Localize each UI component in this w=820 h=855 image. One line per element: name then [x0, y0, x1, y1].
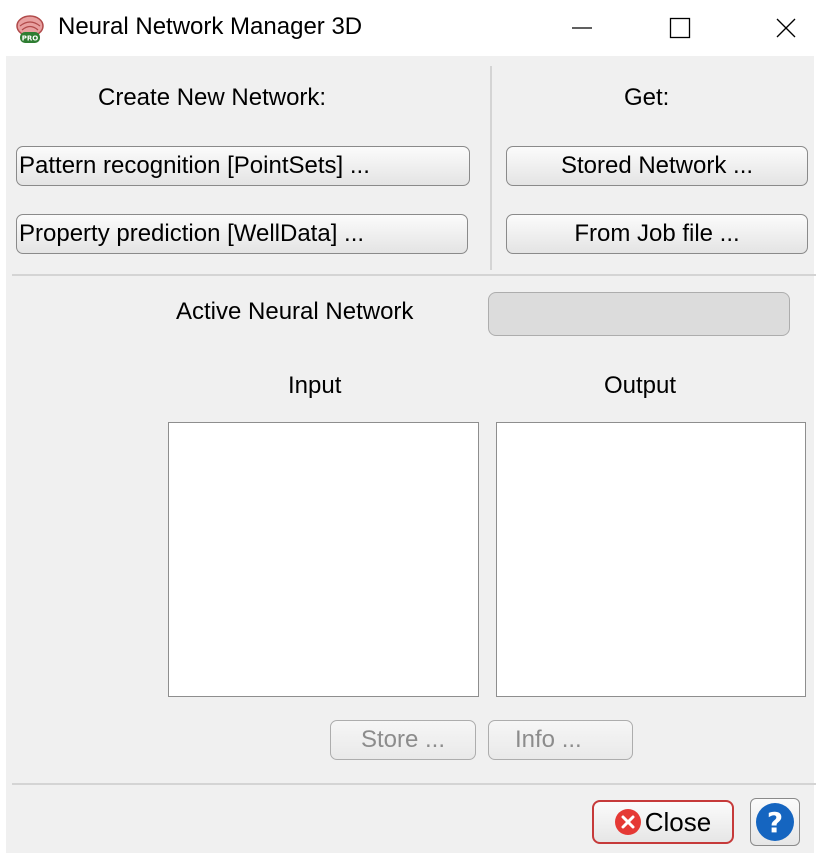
window-title: Neural Network Manager 3D	[58, 13, 363, 40]
output-label: Output	[604, 372, 677, 399]
section-divider-top	[12, 274, 816, 276]
close-icon	[776, 18, 796, 37]
store-button[interactable]: Store ...	[330, 720, 476, 760]
pattern-recognition-button[interactable]: Pattern recognition [PointSets] ...	[16, 146, 470, 186]
from-job-file-button[interactable]: From Job file ...	[506, 214, 808, 254]
minimize-icon	[572, 26, 592, 29]
close-button[interactable]: Close	[592, 800, 734, 844]
output-list[interactable]	[496, 422, 806, 697]
section-divider-bottom	[12, 783, 816, 785]
active-network-label: Active Neural Network	[176, 298, 414, 325]
info-button[interactable]: Info ...	[488, 720, 633, 760]
title-bar[interactable]: PRO Neural Network Manager 3D	[0, 0, 820, 55]
minimize-button[interactable]	[552, 0, 612, 55]
close-circle-icon	[614, 809, 641, 835]
dialog-body: Create New Network: Get: Pattern recogni…	[6, 56, 816, 853]
svg-text:PRO: PRO	[22, 35, 39, 43]
vertical-divider	[490, 66, 492, 270]
app-icon: PRO	[14, 14, 46, 44]
stored-network-button[interactable]: Stored Network ...	[506, 146, 808, 186]
input-list[interactable]	[168, 422, 479, 697]
input-label: Input	[288, 372, 342, 399]
help-button[interactable]: ?	[750, 798, 800, 846]
help-question-icon: ?	[756, 803, 794, 841]
active-network-field	[488, 292, 790, 336]
maximize-icon	[669, 17, 691, 38]
window-close-button[interactable]	[756, 0, 816, 55]
create-network-heading: Create New Network:	[98, 84, 327, 111]
property-prediction-button[interactable]: Property prediction [WellData] ...	[16, 214, 468, 254]
neural-network-manager-window: PRO Neural Network Manager 3D Create New…	[0, 0, 820, 855]
get-heading: Get:	[624, 84, 670, 111]
close-button-label: Close	[644, 806, 712, 837]
maximize-button[interactable]	[650, 0, 710, 55]
